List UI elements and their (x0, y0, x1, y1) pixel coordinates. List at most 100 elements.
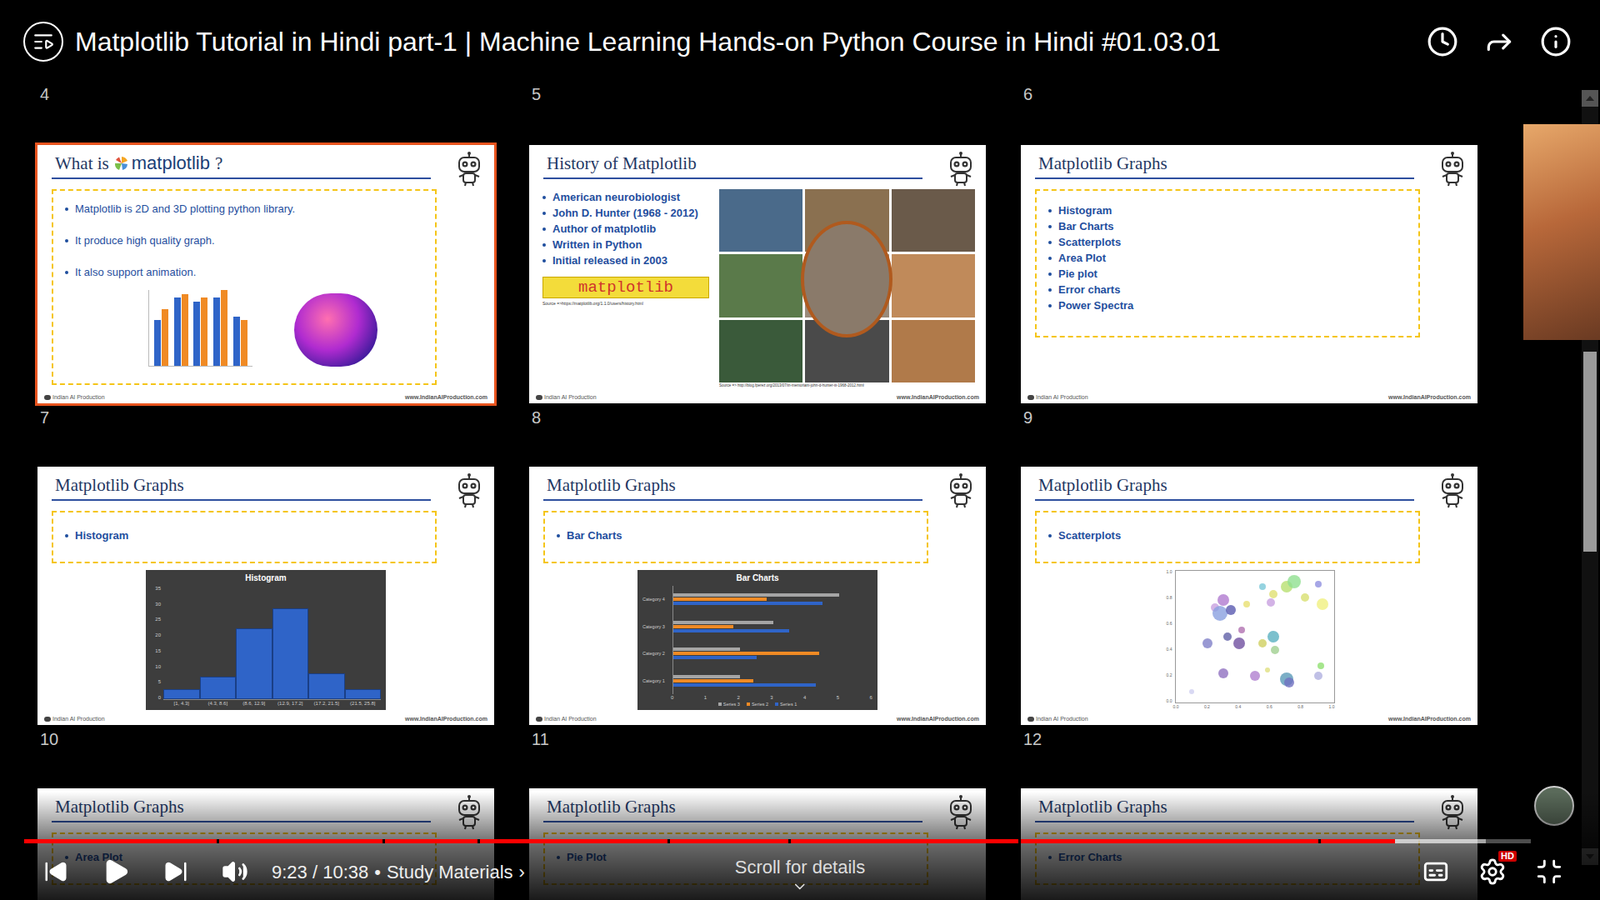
play-icon[interactable] (101, 857, 130, 886)
slide[interactable]: What ismatplotlib?Matplotlib is 2D and 3… (37, 145, 495, 404)
bullet: John D. Hunter (1968 - 2012) (542, 205, 713, 221)
slide[interactable]: Matplotlib GraphsBar ChartsBar ChartsCat… (529, 466, 986, 725)
robot-icon (947, 473, 975, 509)
slide-header: Matplotlib Graphs (1020, 145, 1478, 190)
time: 9:23 / 10:38 (271, 858, 369, 886)
scroll-hint[interactable]: Scroll for details (735, 856, 866, 895)
playlist-button[interactable] (23, 21, 64, 62)
category-label: Category 2 (642, 650, 673, 657)
scroll-up-button[interactable] (1581, 90, 1599, 107)
footer-brand: Indian AI Production (1035, 715, 1089, 723)
x-label: [1, 4.3] (163, 700, 200, 708)
scatter-point (1284, 677, 1295, 688)
next-icon[interactable] (163, 859, 189, 885)
slide[interactable]: Matplotlib GraphsHistogramBar ChartsScat… (1020, 145, 1478, 404)
chapter-mark (216, 839, 220, 844)
slide-number: 10 (37, 725, 495, 789)
logo-icon (114, 155, 130, 171)
watch-later-icon[interactable] (1426, 25, 1459, 58)
slide[interactable]: Matplotlib GraphsHistogramHistogram05101… (37, 466, 495, 725)
slide-header: What ismatplotlib? (37, 145, 495, 190)
share-icon[interactable] (1483, 25, 1515, 58)
x-tick: 1 (704, 694, 707, 701)
slide-number: 8 (529, 403, 986, 467)
slide-title: History of Matplotlib (543, 151, 923, 175)
category-group (673, 620, 873, 633)
video-player: Matplotlib Tutorial in Hindi part-1 | Ma… (0, 0, 1600, 900)
scatter-point (1287, 575, 1301, 589)
slide[interactable]: History of MatplotlibAmerican neurobiolo… (529, 145, 986, 404)
top-bar: Matplotlib Tutorial in Hindi part-1 | Ma… (0, 0, 1600, 84)
scatter-point (1218, 668, 1229, 679)
chapter-title[interactable]: Study Materials (386, 858, 514, 886)
slide-footer: Indian AI Productionwww.IndianAIProducti… (529, 715, 986, 725)
chapter-mark (477, 839, 480, 844)
previous-icon[interactable] (43, 859, 69, 885)
played-fill (24, 839, 1395, 844)
bullet: Scatterplots (1048, 527, 1407, 544)
chart-title: Histogram (150, 572, 381, 584)
slide-footer: Indian AI Productionwww.IndianAIProducti… (37, 715, 495, 725)
scatter-point (1265, 667, 1270, 673)
chapter-mark (382, 839, 385, 844)
scatter-point (1202, 638, 1213, 649)
bar (673, 651, 820, 655)
bar (673, 593, 840, 597)
up-arrow-icon (1585, 95, 1595, 101)
bullet: Histogram (65, 527, 424, 544)
scroll-thumb[interactable] (1583, 351, 1597, 552)
x-tick: 4 (803, 694, 806, 701)
robot-icon (1439, 473, 1466, 509)
bullet: Error charts (1048, 281, 1407, 298)
controls-overlay: 9:23 / 10:38•Study Materials›Scroll for … (0, 791, 1600, 900)
x-label: (4.3, 8.6] (200, 700, 237, 708)
chapter-mark (1318, 839, 1321, 844)
bullet: Bar Charts (556, 527, 915, 544)
slide-title: Matplotlib Graphs (51, 473, 431, 497)
bullet: Scatterplots (1048, 234, 1407, 250)
bar-chart: Bar ChartsCategory 1Category 2Category 3… (637, 570, 878, 710)
bar (673, 601, 823, 605)
scatter-point (1189, 689, 1195, 695)
settings-button[interactable]: HD (1478, 857, 1507, 886)
exit-fullscreen-icon[interactable] (1535, 857, 1564, 886)
x-tick: 3 (770, 694, 773, 701)
slide-number: 4 (37, 83, 495, 145)
scatter-point (1250, 670, 1260, 681)
captions-icon[interactable] (1421, 857, 1450, 886)
robot-icon (1439, 151, 1466, 187)
x-tick: 0.6 (1266, 703, 1273, 710)
x-label: (12.9, 17.2] (272, 700, 310, 708)
y-tick: 0.4 (1164, 647, 1173, 652)
mini-bar-chart (148, 290, 253, 367)
bullet: It produce high quality graph. (65, 232, 424, 249)
volume-icon[interactable] (221, 858, 249, 885)
footer-brand: Indian AI Production (544, 394, 597, 401)
slide[interactable]: Matplotlib GraphsScatterplots0.00.20.40.… (1020, 466, 1478, 725)
slide-header: Matplotlib Graphs (529, 466, 986, 511)
scatter-point (1316, 598, 1329, 610)
y-tick: 10 (150, 664, 161, 670)
slide-footer: Indian AI Productionwww.IndianAIProducti… (529, 394, 986, 404)
x-tick: 1.0 (1329, 703, 1335, 710)
scatter-point (1259, 583, 1266, 590)
category-label: Category 1 (642, 677, 673, 685)
y-tick: 25 (150, 616, 161, 622)
bar (673, 597, 767, 601)
scatter-point (1223, 632, 1232, 641)
bar (673, 655, 757, 660)
slide-header: History of Matplotlib (529, 145, 986, 190)
photo-source: Source => http://blog.fperez.org/2013/07… (719, 382, 975, 389)
scatter-point (1300, 593, 1310, 602)
progress-bar[interactable] (24, 839, 1531, 844)
banner-source: Source =>https://matplotlib.org/1.1.0/us… (542, 300, 713, 307)
robot-icon (455, 473, 483, 509)
scatter-point (1217, 594, 1230, 606)
bullet: Author of matplotlib (542, 220, 713, 237)
mini-bar (154, 320, 161, 366)
chapter-arrow[interactable]: › (519, 858, 525, 886)
info-icon[interactable] (1540, 25, 1572, 58)
y-tick: 0.6 (1164, 621, 1173, 626)
chapter-mark (667, 839, 670, 844)
footer-brand: Indian AI Production (544, 715, 597, 723)
